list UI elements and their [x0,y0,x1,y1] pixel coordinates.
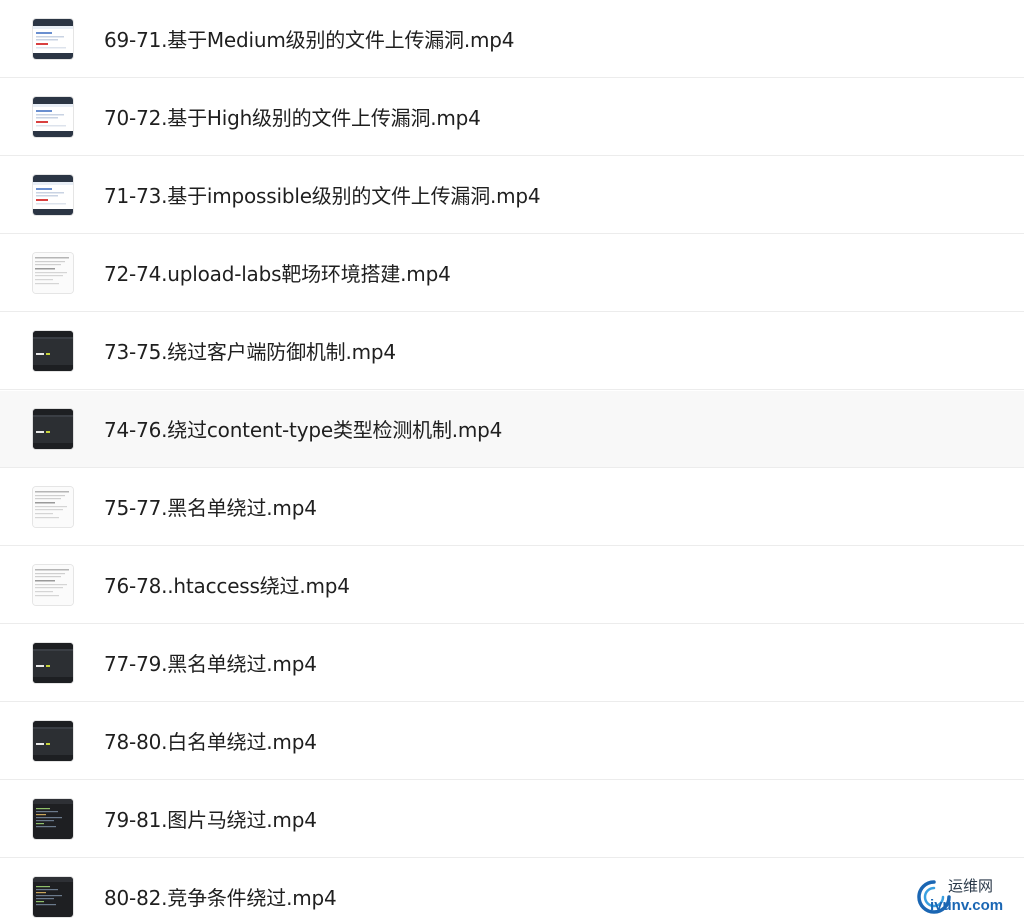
file-row[interactable]: 80-82.竞争条件绕过.mp4 [0,859,1024,923]
file-name: 75-77.黑名单绕过.mp4 [104,496,317,520]
file-name: 77-79.黑名单绕过.mp4 [104,652,317,676]
file-name: 79-81.图片马绕过.mp4 [104,808,317,832]
watermark-cn-text: 运维网 [948,877,994,895]
file-row[interactable]: 79-81.图片马绕过.mp4 [0,781,1024,858]
file-list: 69-71.基于Medium级别的文件上传漏洞.mp4 70-72.基于High级… [0,0,1024,923]
file-name: 72-74.upload-labs靶场环境搭建.mp4 [104,262,451,286]
file-row[interactable]: 74-76.绕过content-type类型检测机制.mp4 [0,391,1024,468]
file-name: 69-71.基于Medium级别的文件上传漏洞.mp4 [104,28,515,52]
file-name: 73-75.绕过客户端防御机制.mp4 [104,340,396,364]
video-thumbnail-icon [33,175,73,215]
video-thumbnail-icon [33,877,73,917]
file-row[interactable]: 73-75.绕过客户端防御机制.mp4 [0,313,1024,390]
file-row[interactable]: 75-77.黑名单绕过.mp4 [0,469,1024,546]
file-name: 80-82.竞争条件绕过.mp4 [104,886,337,910]
video-thumbnail-icon [33,97,73,137]
file-row[interactable]: 72-74.upload-labs靶场环境搭建.mp4 [0,235,1024,312]
video-thumbnail-icon [33,331,73,371]
video-thumbnail-icon [33,799,73,839]
video-thumbnail-icon [33,409,73,449]
watermark: 运维网 iyunv.com [914,875,1018,919]
file-row[interactable]: 71-73.基于impossible级别的文件上传漏洞.mp4 [0,157,1024,234]
video-thumbnail-icon [33,643,73,683]
video-thumbnail-icon [33,253,73,293]
watermark-en-text: iyunv.com [930,897,1004,914]
file-row[interactable]: 76-78..htaccess绕过.mp4 [0,547,1024,624]
file-row[interactable]: 69-71.基于Medium级别的文件上传漏洞.mp4 [0,1,1024,78]
video-thumbnail-icon [33,565,73,605]
video-thumbnail-icon [33,721,73,761]
file-name: 74-76.绕过content-type类型检测机制.mp4 [104,418,503,442]
file-name: 78-80.白名单绕过.mp4 [104,730,317,754]
file-row[interactable]: 70-72.基于High级别的文件上传漏洞.mp4 [0,79,1024,156]
video-thumbnail-icon [33,487,73,527]
file-name: 71-73.基于impossible级别的文件上传漏洞.mp4 [104,184,541,208]
file-row[interactable]: 78-80.白名单绕过.mp4 [0,703,1024,780]
file-name: 70-72.基于High级别的文件上传漏洞.mp4 [104,106,481,130]
file-row[interactable]: 77-79.黑名单绕过.mp4 [0,625,1024,702]
video-thumbnail-icon [33,19,73,59]
file-name: 76-78..htaccess绕过.mp4 [104,574,350,598]
